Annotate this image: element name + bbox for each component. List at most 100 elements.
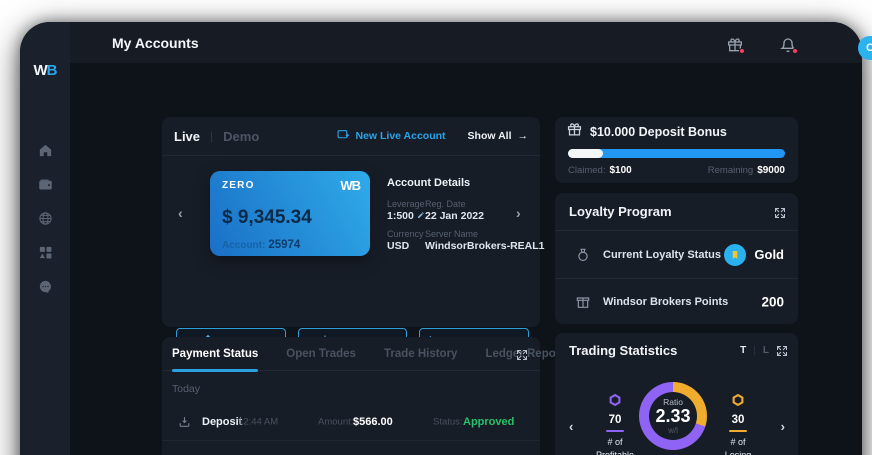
show-all-button[interactable]: Show All → bbox=[468, 130, 528, 142]
hexagon-ring-icon-purple bbox=[608, 393, 622, 411]
gold-badge-icon bbox=[724, 243, 747, 266]
prev-account-button[interactable]: ‹ bbox=[178, 206, 183, 220]
top-bar: My Accounts C bbox=[70, 22, 872, 63]
bonus-header: $10.000 Deposit Bonus bbox=[567, 123, 727, 141]
tab-open-trades[interactable]: Open Trades bbox=[286, 337, 356, 371]
sidebar-item-markets[interactable] bbox=[20, 204, 70, 238]
amount-label: Amount: bbox=[318, 416, 354, 427]
account-card[interactable]: ZERO WB $ 9,345.34 Account: 25974 bbox=[210, 171, 370, 256]
leverage-value-text: 1:500 bbox=[387, 210, 414, 222]
remaining-label: Remaining bbox=[707, 165, 754, 176]
accounts-panel-header: Live | Demo New Live Account Show All → bbox=[162, 117, 540, 156]
loyalty-points-row: Windsor Brokers Points 200 bbox=[555, 279, 798, 324]
server-value: WindsorBrokers-REAL1 bbox=[425, 240, 545, 252]
hexagon-ring-icon-gold bbox=[731, 393, 745, 411]
account-details: Account Details Leverage Reg. Date 1:500… bbox=[387, 177, 545, 252]
claimed-label: Claimed: bbox=[568, 165, 606, 176]
app-window: WB My Accounts C Live | Demo New Live Ac… bbox=[20, 22, 872, 455]
loyalty-title: Loyalty Program bbox=[569, 204, 672, 219]
ratio-sub-label: w/l bbox=[668, 426, 678, 436]
sidebar: WB bbox=[20, 22, 70, 455]
sidebar-nav bbox=[20, 136, 70, 306]
leverage-label: Leverage bbox=[387, 199, 425, 209]
new-live-account-button[interactable]: New Live Account bbox=[337, 128, 446, 144]
tab-live[interactable]: Live bbox=[174, 129, 200, 144]
user-avatar[interactable]: C bbox=[858, 36, 872, 60]
bonus-footer: Claimed: $100 Remaining $9000 bbox=[568, 165, 785, 176]
next-account-button[interactable]: › bbox=[516, 206, 521, 220]
download-tray-icon bbox=[178, 415, 191, 428]
notifications-button[interactable] bbox=[779, 37, 798, 54]
stats-header: Trading Statistics T | L bbox=[569, 333, 788, 367]
currency-label: Currency bbox=[387, 229, 424, 239]
trading-stats-panel: Trading Statistics T | L ‹ 70 # of Profi… bbox=[555, 333, 798, 455]
page-title: My Accounts bbox=[112, 34, 199, 51]
account-number-value: 25974 bbox=[268, 239, 301, 251]
expand-icon[interactable] bbox=[774, 206, 786, 218]
card-wb-logo: WB bbox=[340, 178, 361, 193]
profitable-count: 70 bbox=[608, 414, 622, 426]
profitable-label: # of Profitable Trades bbox=[595, 437, 635, 455]
globe-icon bbox=[38, 211, 53, 231]
show-all-label: Show All bbox=[467, 130, 512, 142]
brand-logo-b: B bbox=[46, 62, 58, 79]
tab-divider: | bbox=[210, 129, 214, 143]
loyalty-status-value: Gold bbox=[724, 243, 784, 266]
accounts-panel: Live | Demo New Live Account Show All → … bbox=[162, 117, 545, 355]
medal-icon bbox=[575, 247, 591, 263]
home-icon bbox=[38, 143, 53, 163]
claimed-value: $100 bbox=[609, 165, 632, 176]
new-live-account-label: New Live Account bbox=[355, 130, 446, 142]
bonus-progress-bar bbox=[568, 149, 785, 158]
account-details-title: Account Details bbox=[387, 177, 471, 189]
notification-dot bbox=[792, 48, 798, 54]
account-number-line: Account: 25974 bbox=[222, 235, 300, 253]
sidebar-item-home[interactable] bbox=[20, 136, 70, 170]
main-content: Live | Demo New Live Account Show All → … bbox=[70, 63, 862, 455]
currency-value: USD bbox=[387, 240, 410, 252]
loyalty-status-label: Current Loyalty Status bbox=[603, 248, 721, 261]
tab-payment-status[interactable]: Payment Status bbox=[172, 337, 259, 372]
edit-pencil-icon[interactable] bbox=[417, 210, 425, 222]
expand-icon[interactable] bbox=[776, 344, 788, 356]
stats-prev-button[interactable]: ‹ bbox=[569, 419, 573, 434]
toggle-lots[interactable]: L bbox=[763, 345, 769, 356]
bonus-title: $10.000 Deposit Bonus bbox=[590, 125, 727, 139]
chat-icon bbox=[38, 279, 53, 299]
expand-icon[interactable] bbox=[516, 348, 528, 360]
brand-logo-w: W bbox=[33, 62, 47, 79]
sidebar-item-apps[interactable] bbox=[20, 238, 70, 272]
bonus-progress-claimed bbox=[568, 149, 603, 158]
gift-icon bbox=[567, 122, 582, 142]
losing-trades-group: 30 # of Losing Trades bbox=[716, 393, 760, 455]
giftbox-icon bbox=[575, 294, 591, 310]
payment-row[interactable]: Deposit 12:44 AM Amount: $566.00 Status:… bbox=[162, 403, 540, 441]
amount-value: $566.00 bbox=[353, 415, 393, 428]
payment-row[interactable]: Deposit 12:44 AM Amount: $566.00 Status:… bbox=[162, 441, 540, 455]
promotions-button[interactable] bbox=[727, 37, 745, 54]
payment-rows: Deposit 12:44 AM Amount: $566.00 Status:… bbox=[162, 403, 540, 455]
apps-icon bbox=[38, 245, 53, 265]
tab-trade-history[interactable]: Trade History bbox=[384, 337, 458, 371]
payments-panel: Payment Status Open Trades Trade History… bbox=[162, 337, 564, 455]
claimed-line: Claimed: $100 bbox=[568, 165, 632, 176]
tab-demo[interactable]: Demo bbox=[223, 129, 259, 144]
leverage-value: 1:500 bbox=[387, 210, 425, 222]
remaining-line: Remaining $9000 bbox=[708, 165, 785, 176]
loyalty-status-row: Current Loyalty Status Gold bbox=[555, 231, 798, 279]
screenshot-canvas: WB My Accounts C Live | Demo New Live Ac… bbox=[0, 0, 872, 455]
loyalty-points-label: Windsor Brokers Points bbox=[603, 295, 729, 308]
donut-center-text: Ratio 2.33 w/l bbox=[639, 382, 707, 450]
sidebar-item-support[interactable] bbox=[20, 272, 70, 306]
payment-time: 12:44 AM bbox=[238, 416, 279, 427]
regdate-value: 22 Jan 2022 bbox=[425, 210, 484, 222]
sidebar-item-wallet[interactable] bbox=[20, 170, 70, 204]
toggle-trades[interactable]: T bbox=[740, 345, 746, 356]
group-label-today: Today bbox=[172, 383, 201, 395]
loyalty-points-value: 200 bbox=[761, 294, 784, 309]
regdate-label: Reg. Date bbox=[425, 199, 466, 209]
stats-title: Trading Statistics bbox=[569, 342, 678, 358]
stats-next-button[interactable]: › bbox=[781, 419, 785, 434]
loyalty-panel: Loyalty Program Current Loyalty Status G… bbox=[555, 193, 798, 324]
loyalty-header: Loyalty Program bbox=[555, 193, 798, 231]
